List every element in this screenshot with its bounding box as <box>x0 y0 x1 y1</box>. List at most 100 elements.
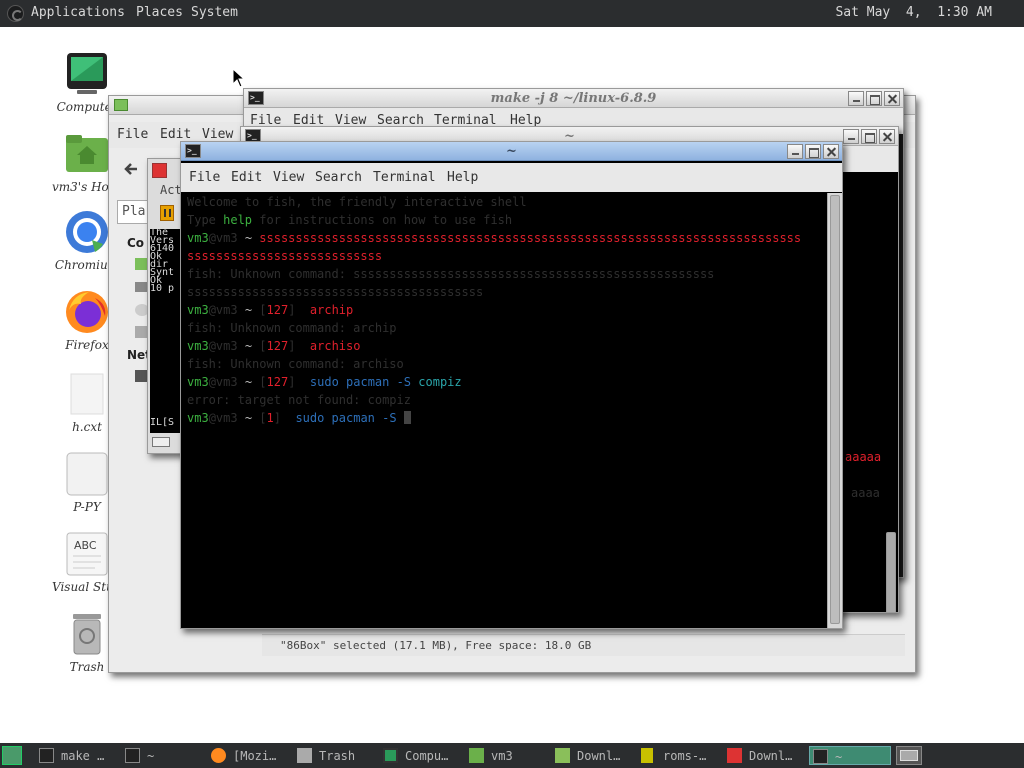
menu-file[interactable]: File <box>189 170 220 185</box>
minimize-button[interactable] <box>848 91 864 106</box>
menu-applications[interactable]: Applications <box>31 5 125 20</box>
prompt-user: vm3 <box>187 303 209 317</box>
menu-edit[interactable]: Edit <box>231 170 262 185</box>
terminal-titlebar[interactable]: >_ make -j 8 ~/linux-6.8.9 <box>244 89 903 108</box>
log-line: 10 p <box>150 283 175 294</box>
menu-edit[interactable]: Edit <box>160 127 191 142</box>
menu-file[interactable]: File <box>117 127 148 142</box>
terminal-line: error: target not found: compiz <box>187 393 411 407</box>
firefox-icon <box>65 290 109 334</box>
taskbar-item-computer[interactable]: Compu… <box>383 746 461 765</box>
keyboard-icon[interactable] <box>152 437 170 447</box>
terminal-line: aaaa <box>851 486 880 500</box>
prompt-host: @vm3 <box>208 411 238 425</box>
scrollbar-thumb[interactable] <box>886 532 896 612</box>
network-icon[interactable] <box>135 370 147 382</box>
terminal-menubar: File Edit View Search Terminal Help <box>181 163 842 192</box>
terminal-focused-window[interactable]: >_ ~ File Edit View Search Terminal Help… <box>180 141 843 629</box>
taskbar-item-downloads-app[interactable]: Downl… <box>727 746 805 765</box>
taskbar-item-label: Downl… <box>577 749 621 763</box>
prompt-host: @vm3 <box>208 303 238 317</box>
sidebar-heading-computer: Co <box>127 236 145 250</box>
scrollbar[interactable] <box>884 172 898 612</box>
trash-icon <box>65 612 109 656</box>
taskbar-item-home-terminal[interactable]: ~ <box>125 746 205 765</box>
mouse-pointer-icon <box>232 67 246 88</box>
show-desktop-icon[interactable] <box>2 746 22 765</box>
svg-text:ABC: ABC <box>74 539 97 552</box>
terminal-line: fish: Unknown command: sssssssssssssssss… <box>187 267 715 281</box>
terminal-line: Type help for instructions on how to use… <box>187 213 512 227</box>
prompt-user: vm3 <box>187 231 209 245</box>
terminal-icon <box>125 748 140 763</box>
menu-places[interactable]: Places <box>136 5 183 20</box>
terminal-titlebar[interactable]: >_ ~ <box>181 142 842 161</box>
taskbar-item-label: roms-… <box>663 749 707 763</box>
exit-code: 127 <box>266 303 289 317</box>
small-app-window[interactable]: Act The Vers 6140 Ok dir Synt Ok 10 p IL… <box>147 158 183 454</box>
command-input[interactable]: sudo pacman -S <box>295 411 403 425</box>
menu-terminal[interactable]: Terminal <box>373 170 436 185</box>
taskbar-item-label: Trash <box>319 749 356 763</box>
back-arrow-icon[interactable] <box>123 162 139 176</box>
scrollbar[interactable] <box>827 193 842 628</box>
maximize-button[interactable] <box>861 129 877 144</box>
distro-logo-icon[interactable] <box>7 5 24 22</box>
workspace-switcher[interactable] <box>896 746 922 765</box>
prompt-line: vm3@vm3 ~ ssssssssssssssssssssssssssssss… <box>187 231 801 245</box>
maximize-button[interactable] <box>866 91 882 106</box>
menu-system[interactable]: System <box>191 5 238 20</box>
menu-search[interactable]: Search <box>315 170 362 185</box>
app-icon <box>152 163 167 178</box>
terminal-line: fish: Unknown command: archip <box>187 321 397 335</box>
taskbar-item-make-terminal[interactable]: make … <box>39 746 117 765</box>
prompt-host: @vm3 <box>208 375 238 389</box>
log-output: The Vers 6140 Ok dir Synt Ok 10 p IL[S <box>150 229 182 433</box>
window-title: make -j 8 ~/linux-6.8.9 <box>490 91 657 106</box>
close-button[interactable] <box>879 129 895 144</box>
terminal-line: fish: Unknown command: archiso <box>187 357 404 371</box>
chromium-icon <box>65 210 109 254</box>
trash-icon[interactable] <box>135 326 147 338</box>
text-file-icon <box>65 372 109 416</box>
taskbar: make … ~ [Mozi… Trash Compu… vm3 Downl… … <box>0 743 1024 768</box>
taskbar-item-home-folder[interactable]: vm3 <box>469 746 547 765</box>
taskbar-item-label: Compu… <box>405 749 449 763</box>
abc-file-icon: ABC <box>65 532 109 576</box>
taskbar-item-downloads[interactable]: Downl… <box>555 746 633 765</box>
command-text: archiso <box>309 339 361 353</box>
tab-label[interactable]: Act <box>160 183 182 197</box>
menu-view[interactable]: View <box>202 127 233 142</box>
prompt-line: vm3@vm3 ~ [127] archiso <box>187 339 361 353</box>
trash-icon <box>297 748 312 763</box>
maximize-button[interactable] <box>805 144 821 159</box>
close-button[interactable] <box>823 144 839 159</box>
taskbar-item-active-terminal[interactable]: ~ <box>809 746 891 765</box>
command-arg: compiz <box>418 375 462 389</box>
minimize-button[interactable] <box>787 144 803 159</box>
window-title: ~ <box>506 144 517 159</box>
terminal-output[interactable]: Welcome to fish, the friendly interactiv… <box>183 193 827 627</box>
menu-help[interactable]: Help <box>447 170 478 185</box>
prompt-cwd: ~ <box>237 375 260 389</box>
taskbar-item-firefox[interactable]: [Mozi… <box>211 746 289 765</box>
prompt-host: @vm3 <box>208 231 238 245</box>
taskbar-item-label: Downl… <box>749 749 793 763</box>
taskbar-item-label: ~ <box>147 749 155 763</box>
archive-icon <box>641 748 653 763</box>
help-keyword: help <box>223 213 253 227</box>
menu-view[interactable]: View <box>273 170 304 185</box>
command-text: archip <box>309 303 354 317</box>
terminal-line: aaaaa <box>845 450 882 464</box>
taskbar-item-roms[interactable]: roms-… <box>641 746 719 765</box>
minimize-button[interactable] <box>843 129 859 144</box>
computer-icon <box>383 748 398 763</box>
exit-code: 127 <box>266 375 289 389</box>
pause-icon[interactable] <box>160 205 174 221</box>
clock[interactable]: Sat May 4, 1:30 AM <box>835 5 992 20</box>
terminal-icon <box>813 749 828 764</box>
taskbar-item-trash[interactable]: Trash <box>297 746 375 765</box>
taskbar-item-label: vm3 <box>491 749 513 763</box>
close-button[interactable] <box>884 91 900 106</box>
scrollbar-thumb[interactable] <box>830 195 840 624</box>
